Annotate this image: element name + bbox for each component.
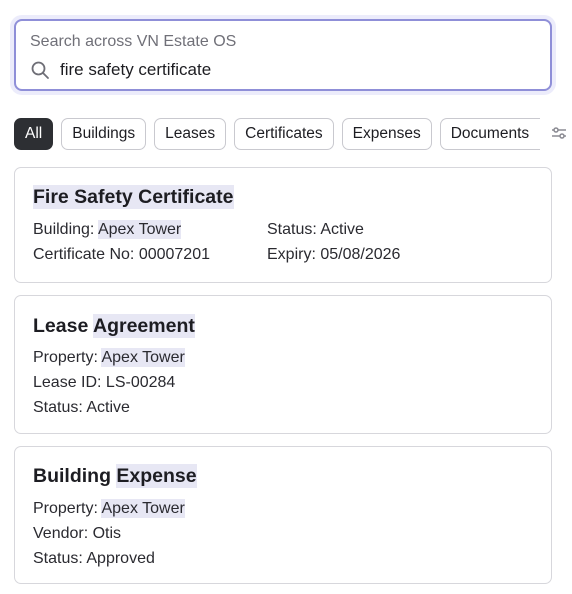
result-title-highlight: Expense: [116, 464, 197, 488]
result-property-line: Property: Apex Tower: [33, 348, 185, 367]
result-vendor: Vendor: Otis: [33, 525, 122, 542]
search-input[interactable]: [60, 58, 420, 82]
result-title-highlight: Fire Safety Certificate: [33, 185, 234, 209]
search-row: [30, 58, 536, 82]
property-value: Apex Tower: [101, 499, 185, 518]
filter-chip-bar: All Buildings Leases Certificates Expens…: [14, 117, 540, 150]
property-label: Property:: [33, 349, 102, 366]
result-status: Status: Active: [33, 399, 130, 416]
result-expiry: Expiry: 05/08/2026: [267, 246, 401, 263]
building-value: Apex Tower: [97, 220, 182, 239]
filter-chip-all[interactable]: All: [14, 117, 54, 150]
result-title-text: Building: [33, 465, 117, 487]
filter-settings-icon[interactable]: [550, 124, 568, 142]
filter-chip-buildings[interactable]: Buildings: [61, 117, 147, 150]
result-title: Building Expense: [33, 464, 197, 488]
filter-chip-certificates[interactable]: Certificates: [234, 117, 334, 150]
result-card-expense[interactable]: Building Expense Property: Apex Tower Ve…: [14, 446, 552, 584]
result-card-lease[interactable]: Lease Agreement Property: Apex Tower Lea…: [14, 295, 552, 434]
result-lease-id: Lease ID: LS-00284: [33, 374, 176, 391]
result-title-text: Lease: [33, 315, 93, 337]
building-label: Building:: [33, 221, 98, 238]
result-status: Status: Active: [267, 221, 364, 238]
result-status: Status: Approved: [33, 550, 155, 567]
filter-chip-leases[interactable]: Leases: [154, 117, 227, 150]
result-certificate-no: Certificate No: 00007201: [33, 246, 210, 263]
property-value: Apex Tower: [101, 348, 185, 367]
search-caption: Search across VN Estate OS: [30, 33, 237, 50]
result-title: Fire Safety Certificate: [33, 185, 234, 209]
result-title-highlight: Agreement: [93, 314, 195, 338]
result-card-certificate[interactable]: Fire Safety Certificate Building: Apex T…: [14, 167, 552, 283]
filter-chip-documents[interactable]: Documents: [439, 117, 540, 150]
search-results-screen: Search across VN Estate OS All Buildings…: [0, 0, 572, 594]
property-label: Property:: [33, 500, 102, 517]
global-search-box[interactable]: Search across VN Estate OS: [14, 19, 552, 91]
filter-chip-expenses[interactable]: Expenses: [341, 117, 432, 150]
result-property-line: Property: Apex Tower: [33, 499, 185, 518]
result-building-line: Building: Apex Tower: [33, 220, 182, 239]
search-icon: [30, 60, 50, 80]
result-title: Lease Agreement: [33, 314, 195, 338]
